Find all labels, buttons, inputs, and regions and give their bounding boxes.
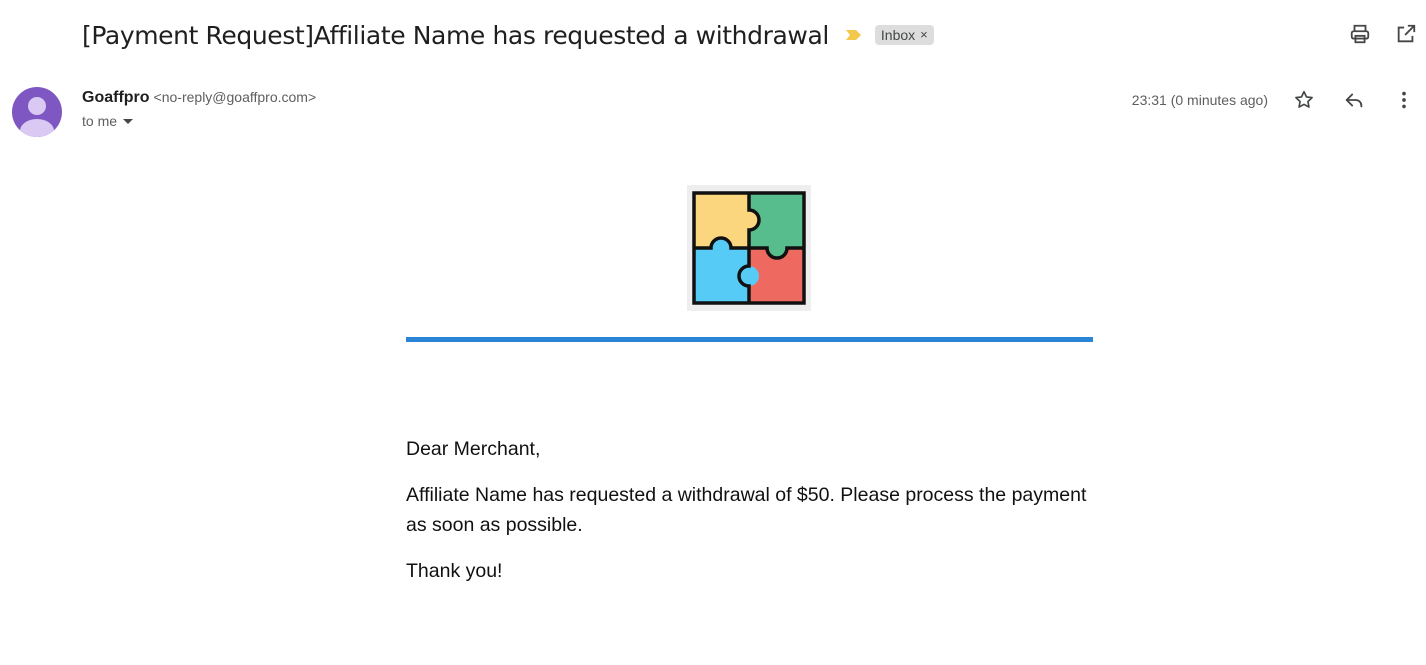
- print-icon[interactable]: [1348, 22, 1372, 46]
- show-details-chevron-icon[interactable]: [123, 118, 134, 124]
- sender-name[interactable]: Goaffpro: [82, 89, 150, 107]
- recipient-line: to me: [82, 113, 316, 129]
- recipient-text: to me: [82, 113, 118, 129]
- sender-avatar[interactable]: [12, 87, 62, 137]
- puzzle-logo-icon: [692, 191, 806, 305]
- inbox-label-text: Inbox: [880, 26, 916, 43]
- sender-block: Goaffpro <no-reply@goaffpro.com> to me: [82, 89, 316, 129]
- message-paragraph: Affiliate Name has requested a withdrawa…: [406, 484, 1087, 536]
- open-in-new-window-icon[interactable]: [1394, 22, 1418, 46]
- closing: Thank you!: [406, 560, 503, 582]
- email-view: [Payment Request]Affiliate Name has requ…: [0, 0, 1426, 665]
- puzzle-logo: [687, 185, 811, 311]
- email-subject: [Payment Request]Affiliate Name has requ…: [82, 20, 829, 50]
- subject-row: [Payment Request]Affiliate Name has requ…: [82, 16, 934, 54]
- top-actions: [1348, 22, 1418, 46]
- accent-divider: [406, 337, 1093, 342]
- star-icon[interactable]: [1292, 88, 1316, 112]
- email-body: Dear Merchant, Affiliate Name has reques…: [406, 185, 1093, 602]
- inbox-label-chip: Inbox ×: [874, 25, 934, 45]
- sender-line: Goaffpro <no-reply@goaffpro.com>: [82, 89, 316, 107]
- remove-label-button[interactable]: ×: [920, 27, 928, 42]
- message-actions: 23:31 (0 minutes ago): [1132, 88, 1416, 112]
- reply-icon[interactable]: [1342, 88, 1366, 112]
- message-text: Dear Merchant, Affiliate Name has reques…: [406, 434, 1093, 586]
- timestamp: 23:31 (0 minutes ago): [1131, 92, 1268, 108]
- importance-marker-icon[interactable]: [845, 28, 863, 42]
- more-vertical-icon[interactable]: [1392, 88, 1416, 112]
- sender-email: <no-reply@goaffpro.com>: [153, 89, 317, 105]
- greeting: Dear Merchant,: [406, 438, 541, 460]
